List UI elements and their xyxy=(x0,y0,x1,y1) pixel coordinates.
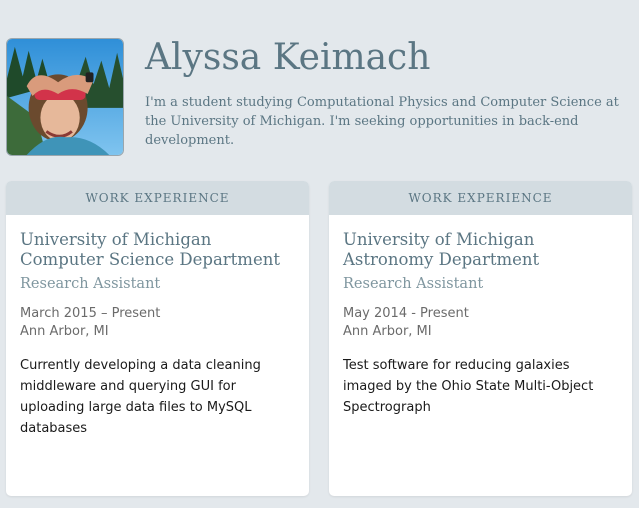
work-experience-card: WORK EXPERIENCE University of Michigan A… xyxy=(329,181,632,496)
job-role: Research Assistant xyxy=(343,276,484,292)
profile-bio: I'm a student studying Computational Phy… xyxy=(145,95,619,148)
card-body: University of Michigan Computer Science … xyxy=(6,215,309,439)
job-location: Ann Arbor, MI xyxy=(343,324,432,339)
job-role: Research Assistant xyxy=(20,276,161,292)
card-header: WORK EXPERIENCE xyxy=(6,181,309,215)
organization-line-1: University of Michigan xyxy=(20,230,212,249)
job-meta: May 2014 - Present Ann Arbor, MI xyxy=(343,305,618,341)
job-location: Ann Arbor, MI xyxy=(20,324,109,339)
organization-name: University of Michigan Computer Science … xyxy=(20,230,295,270)
job-dates: March 2015 – Present xyxy=(20,306,161,321)
profile-name: Alyssa Keimach xyxy=(145,37,431,78)
card-header: WORK EXPERIENCE xyxy=(329,181,632,215)
organization-line-2: Computer Science Department xyxy=(20,250,280,269)
job-meta: March 2015 – Present Ann Arbor, MI xyxy=(20,305,295,341)
organization-line-1: University of Michigan xyxy=(343,230,535,249)
job-description: Currently developing a data cleaning mid… xyxy=(20,358,261,436)
work-experience-card: WORK EXPERIENCE University of Michigan C… xyxy=(6,181,309,496)
card-body: University of Michigan Astronomy Departm… xyxy=(329,215,632,418)
organization-name: University of Michigan Astronomy Departm… xyxy=(343,230,618,270)
profile-avatar xyxy=(6,38,124,156)
job-description: Test software for reducing galaxies imag… xyxy=(343,358,594,415)
organization-line-2: Astronomy Department xyxy=(343,250,540,269)
job-dates: May 2014 - Present xyxy=(343,306,469,321)
profile-photo xyxy=(7,39,123,155)
